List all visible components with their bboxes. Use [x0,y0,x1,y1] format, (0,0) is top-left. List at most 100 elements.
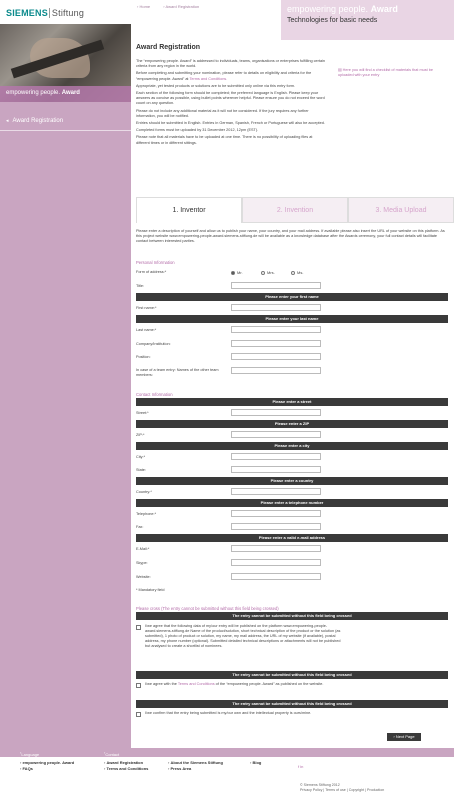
street-label: Street:* [136,411,149,415]
breadcrumb-current-label: Award Registration [165,4,200,9]
footer-link-label: Blog [252,760,262,765]
state-input[interactable] [231,466,321,473]
city-input[interactable] [231,453,321,460]
language-label: Language [21,752,40,757]
tab-invention[interactable]: 2. Invention [242,197,348,223]
intro-paragraph: Before completing and submitting your no… [136,71,326,81]
title-input[interactable] [231,282,321,289]
footer-col-1: › empowering people. Award › FAQs [20,760,74,772]
next-page-button[interactable]: › Next Page [387,733,421,741]
consent-checkbox-1[interactable] [136,625,141,630]
radio-mr[interactable]: Mr. [231,270,243,275]
logo-area[interactable]: SIEMENS Stiftung [0,0,131,24]
siemens-stiftung-logo[interactable]: SIEMENS Stiftung [6,8,85,18]
error-zip: Please enter a ZIP [136,420,448,428]
footer-link[interactable]: › Press Area [168,766,223,772]
street-input[interactable] [231,409,321,416]
tagline-subtitle: Technologies for basic needs [287,17,378,24]
footer-link[interactable]: › Blog [250,760,261,766]
position-input[interactable] [231,353,321,360]
telephone-input[interactable] [231,510,321,517]
radio-mrs[interactable]: Mrs. [261,270,275,275]
footer-link[interactable]: › FAQs [20,766,74,772]
sidebar-item-label: Award Registration [12,118,64,124]
company-input[interactable] [231,340,321,347]
company-label: Company/Institution: [136,342,171,346]
error-consent-1: The entry cannot be submitted without th… [136,612,448,620]
footer-link-label: About the Siemens Stiftung [170,760,223,765]
form-of-address-label: Form of address:* [136,270,167,274]
divider [0,130,131,131]
consent-checkbox-3[interactable] [136,712,141,717]
tagline-box: empowering people. Award Technologies fo… [281,0,454,40]
mandatory-note: * Mandatory field [136,588,165,592]
error-city: Please enter a city [136,442,448,450]
footer-link[interactable]: › Terms and Conditions [104,766,148,772]
email-label: E-Mail:* [136,547,150,551]
telephone-label: Telephone:* [136,512,157,516]
state-label: State: [136,468,146,472]
tab-inventor[interactable]: 1. Inventor [136,197,242,223]
section-title-personal: Personal Information [136,260,175,265]
position-label: Position: [136,355,151,359]
hero-caption-plain: empowering people. [6,90,61,96]
radio-button[interactable] [231,270,235,275]
form-tabs: 1. Inventor 2. Invention 3. Media Upload [136,197,454,223]
last-name-input[interactable] [231,326,321,333]
radio-ms[interactable]: Ms. [291,270,303,275]
intro-paragraph: Entries should be submitted in English. … [136,121,325,126]
intro-paragraph: Please note that all materials have to b… [136,135,313,145]
social-icons[interactable]: f in [298,764,303,769]
breadcrumb-current: › Award Registration [163,4,200,9]
error-consent-2: The entry cannot be submitted without th… [136,671,448,679]
page-title: Award Registration [136,44,201,51]
intro-paragraph: Appropriate, yet tested products or solu… [136,83,296,88]
fax-input[interactable] [231,523,321,530]
terms-link-2[interactable]: Terms and Conditions [178,682,215,686]
footer-legal-links[interactable]: Privacy Policy | Terms of use | Copyrigh… [300,788,384,793]
footer-link-label: empowering people. Award [22,760,75,765]
first-name-input[interactable] [231,304,321,311]
country-input[interactable] [231,488,321,495]
contact-link[interactable]: › Contact [104,750,119,757]
footer-bar: › Language › Contact [0,748,454,757]
footer-link-label: Terms and Conditions [106,766,149,771]
tagline-plain: empowering people. [287,4,369,14]
hero-caption-bold: Award [61,90,80,96]
footer: › Language › Contact › empowering people… [0,748,454,800]
terms-link[interactable]: Terms and Conditions. [189,77,227,81]
footer-col-4: › Blog [250,760,261,766]
tab-media-upload[interactable]: 3. Media Upload [348,197,454,223]
footer-link-label: Award Registration [106,760,144,765]
section-title-consent: Please cross (The entry cannot be submit… [136,606,279,611]
arrow-left-icon: ◂ [6,118,9,124]
next-page-label: Next Page [395,734,415,739]
footer-col-2: › Award Registration › Terms and Conditi… [104,760,148,772]
radio-label: Mrs. [267,270,275,275]
skype-input[interactable] [231,559,321,566]
email-input[interactable] [231,545,321,552]
team-members-input[interactable] [231,367,321,374]
zip-input[interactable] [231,431,321,438]
intro-paragraph: Please do not include any additional mat… [136,108,309,118]
radio-button[interactable] [291,270,295,275]
title-label: Title: [136,284,145,288]
language-link[interactable]: › Language [20,750,39,757]
intro-paragraph: Completed forms must be uploaded by 31 D… [136,128,259,133]
breadcrumb-home[interactable]: › Home [137,4,156,9]
consent-checkbox-2[interactable] [136,683,141,688]
error-telephone: Please enter a telephone number [136,499,448,507]
footer-link-label: Press Area [170,766,192,771]
consent-text-1: I/we agree that the following data of my… [145,624,341,648]
error-consent-3: The entry cannot be submitted without th… [136,700,448,708]
radio-button[interactable] [261,270,265,275]
city-label: City:* [136,455,146,459]
sidebar-item-award-registration[interactable]: ◂ Award Registration [6,118,63,124]
footer-link-label: FAQs [22,766,33,771]
breadcrumb: › Home › Award Registration [137,4,211,9]
website-input[interactable] [231,573,321,580]
brand-name: SIEMENS [6,8,48,18]
error-first-name: Please enter your first name [136,293,448,301]
checklist-link[interactable]: ▤ Here you will find a checklist of mate… [338,68,448,78]
first-name-label: First name:* [136,306,157,310]
